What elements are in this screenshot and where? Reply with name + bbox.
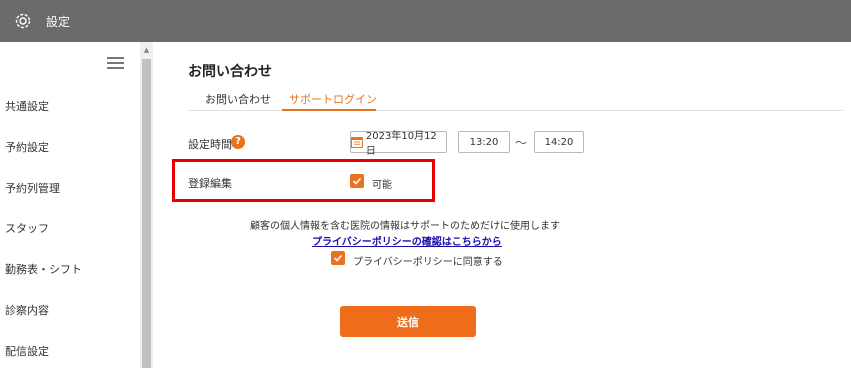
sidebar-item-reservation-settings[interactable]: 予約設定 <box>5 139 49 155</box>
page-title: お問い合わせ <box>188 64 272 80</box>
date-value: 2023年10月12日 <box>365 131 437 157</box>
privacy-policy-link[interactable]: プライバシーポリシーの確認はこちらから <box>312 233 502 248</box>
start-time-input[interactable]: 13:20 <box>458 131 510 153</box>
sidebar-item-consultation[interactable]: 診察内容 <box>5 302 49 318</box>
sidebar-item-queue-management[interactable]: 予約列管理 <box>5 180 60 196</box>
end-time-input[interactable]: 14:20 <box>534 131 584 153</box>
agree-privacy-checkbox[interactable] <box>331 251 345 265</box>
edit-permission-label: 可能 <box>372 180 392 191</box>
active-tab-indicator <box>282 109 376 111</box>
edit-permission-checkbox[interactable] <box>350 174 364 188</box>
tab-support-login[interactable]: サポートログイン <box>289 91 377 107</box>
sidebar: 共通設定 予約設定 予約列管理 スタッフ 勤務表・シフト 診察内容 配信設定 <box>0 42 140 368</box>
end-time-value: 14:20 <box>544 136 574 148</box>
sidebar-item-shift[interactable]: 勤務表・シフト <box>5 261 82 277</box>
date-picker[interactable]: 2023年10月12日 <box>350 131 447 157</box>
header-title: 設定 <box>46 15 71 29</box>
hamburger-menu-icon[interactable] <box>107 57 124 70</box>
gear-icon[interactable] <box>13 11 33 31</box>
sidebar-item-staff[interactable]: スタッフ <box>5 220 49 236</box>
time-range-separator: ～ <box>515 136 528 150</box>
checkmark-icon <box>352 177 362 185</box>
calendar-icon <box>351 137 363 148</box>
tab-inquiry[interactable]: お問い合わせ <box>205 91 271 107</box>
submit-button[interactable]: 送信 <box>340 306 476 337</box>
app-header: 設定 <box>0 0 851 42</box>
sidebar-item-delivery-settings[interactable]: 配信設定 <box>5 343 49 359</box>
start-time-value: 13:20 <box>469 136 499 148</box>
checkmark-icon <box>333 254 343 262</box>
agree-privacy-label: プライバシーポリシーに同意する <box>353 257 503 268</box>
sidebar-scrollbar[interactable]: ▲ <box>140 42 153 368</box>
help-icon[interactable]: ? <box>231 135 245 149</box>
scroll-up-icon[interactable]: ▲ <box>140 46 153 54</box>
sidebar-item-common-settings[interactable]: 共通設定 <box>5 98 49 114</box>
scroll-thumb[interactable] <box>142 59 151 368</box>
privacy-notice: 顧客の個人情報を含む医院の情報はサポートのためだけに使用します <box>250 221 560 232</box>
time-label: 設定時間 <box>188 138 232 151</box>
edit-label: 登録編集 <box>188 177 232 190</box>
